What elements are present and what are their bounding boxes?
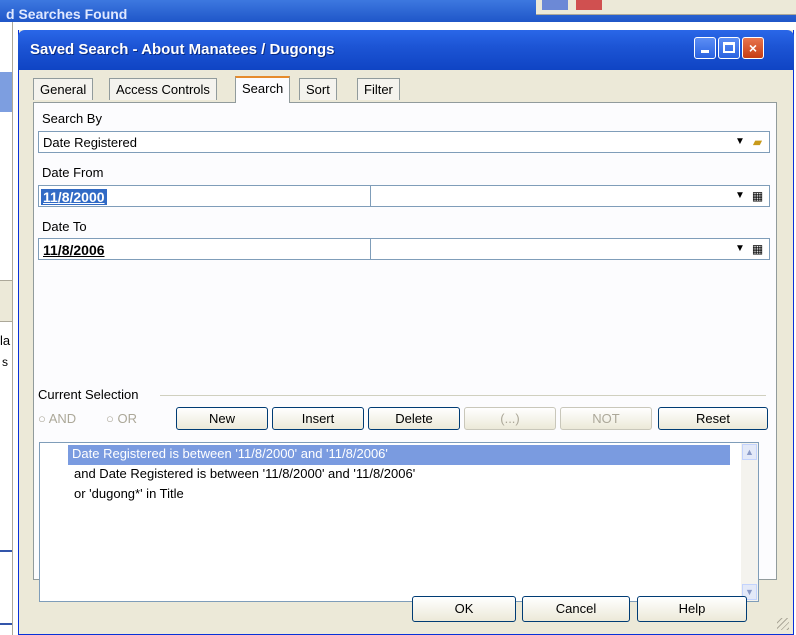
background-window-title: d Searches Found <box>6 6 128 22</box>
cancel-button[interactable]: Cancel <box>522 596 630 622</box>
list-item[interactable]: or 'dugong*' in Title <box>70 485 188 505</box>
date-from-value[interactable]: 11/8/2000 <box>41 189 107 205</box>
criteria-list[interactable]: Date Registered is between '11/8/2000' a… <box>39 442 759 602</box>
background-toolbar-item <box>542 0 568 10</box>
delete-button[interactable]: Delete <box>368 407 460 430</box>
field-divider <box>370 239 371 259</box>
reset-button[interactable]: Reset <box>658 407 768 430</box>
help-button[interactable]: Help <box>637 596 747 622</box>
background-window-left-edge: la s <box>0 22 13 635</box>
tab-sort[interactable]: Sort <box>299 78 337 100</box>
minimize-icon <box>701 50 709 53</box>
background-toolbar-item <box>576 0 602 10</box>
search-by-value: Date Registered <box>43 135 137 150</box>
background-toolbar <box>536 0 796 15</box>
list-scrollbar[interactable]: ▲ ▼ <box>741 443 758 601</box>
tab-general[interactable]: General <box>33 78 94 100</box>
chevron-down-icon[interactable]: ▼ <box>733 135 747 149</box>
saved-search-dialog: Saved Search - About Manatees / Dugongs … <box>18 30 794 635</box>
background-text: s <box>2 355 8 369</box>
scroll-up-icon[interactable]: ▲ <box>742 444 757 460</box>
calendar-icon[interactable]: ▦ <box>750 242 765 256</box>
minimize-button[interactable] <box>694 37 716 59</box>
list-item[interactable]: and Date Registered is between '11/8/200… <box>70 465 419 485</box>
radio-or-label: OR <box>117 411 137 426</box>
parentheses-button[interactable]: (...) <box>464 407 556 430</box>
field-divider <box>370 186 371 206</box>
chevron-down-icon[interactable]: ▼ <box>733 242 747 256</box>
close-icon: × <box>748 40 758 56</box>
date-to-label: Date To <box>42 219 87 234</box>
maximize-icon <box>723 42 735 53</box>
background-panel <box>0 280 12 322</box>
resize-grip-icon[interactable] <box>777 618 789 630</box>
insert-button[interactable]: Insert <box>272 407 364 430</box>
radio-or[interactable]: ○ OR <box>106 411 137 426</box>
tab-search[interactable]: Search <box>235 76 291 103</box>
dialog-title: Saved Search - About Manatees / Dugongs <box>30 41 335 58</box>
calendar-icon[interactable]: ▦ <box>750 189 765 203</box>
group-separator <box>160 395 766 396</box>
new-button[interactable]: New <box>176 407 268 430</box>
date-to-field[interactable]: 11/8/2006 ▼ ▦ <box>38 238 770 260</box>
background-divider <box>0 623 12 625</box>
date-to-value[interactable]: 11/8/2006 <box>43 242 105 258</box>
date-from-label: Date From <box>42 165 104 180</box>
radio-and-label: AND <box>48 411 77 426</box>
background-text: la <box>0 333 11 348</box>
search-by-field[interactable]: Date Registered ▼ ▰ <box>38 131 770 153</box>
maximize-button[interactable] <box>718 37 740 59</box>
search-by-label: Search By <box>42 111 102 126</box>
tab-filter[interactable]: Filter <box>357 78 400 100</box>
current-selection-label: Current Selection <box>38 387 139 402</box>
dialog-titlebar[interactable]: Saved Search - About Manatees / Dugongs … <box>18 30 794 70</box>
folder-open-icon[interactable]: ▰ <box>750 135 765 149</box>
background-divider <box>0 550 12 552</box>
radio-and[interactable]: ○ AND <box>38 411 76 426</box>
chevron-down-icon[interactable]: ▼ <box>733 189 747 203</box>
list-item[interactable]: Date Registered is between '11/8/2000' a… <box>68 445 730 465</box>
not-button[interactable]: NOT <box>560 407 652 430</box>
background-selected-row <box>0 72 12 112</box>
tab-access-controls[interactable]: Access Controls <box>109 78 217 100</box>
close-button[interactable]: × <box>742 37 764 59</box>
date-from-field[interactable]: 11/8/2000 ▼ ▦ <box>38 185 770 207</box>
ok-button[interactable]: OK <box>412 596 516 622</box>
